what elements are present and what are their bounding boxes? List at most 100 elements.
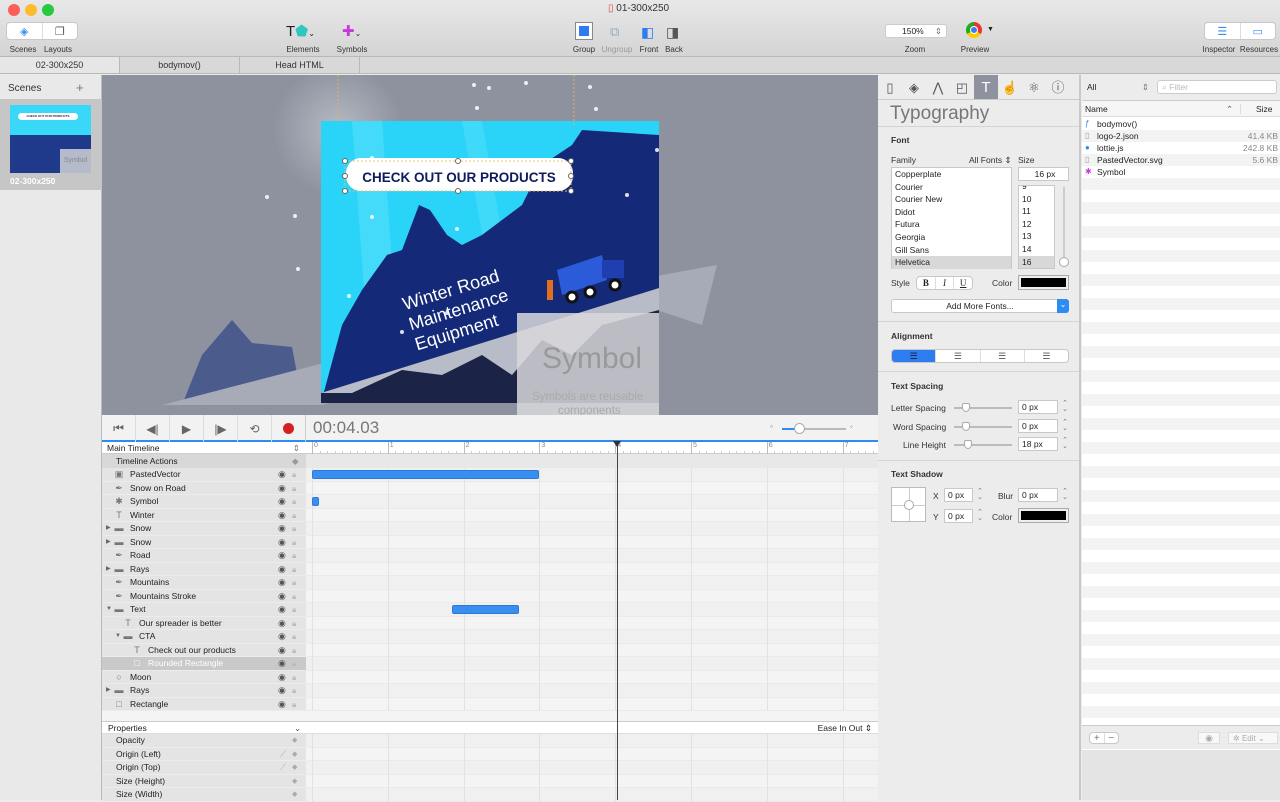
layer-track[interactable] bbox=[306, 684, 878, 698]
align-center-button[interactable]: ☰ bbox=[936, 350, 981, 362]
font-family-option[interactable]: Gill Sans bbox=[892, 244, 1011, 257]
visibility-eye-icon[interactable]: ◉ bbox=[278, 482, 286, 495]
shadow-blur-stepper[interactable]: ⌃ ⌄ bbox=[1061, 488, 1069, 501]
property-row[interactable]: Origin (Top) ⟋ ◆ bbox=[102, 761, 878, 775]
size-slider-knob[interactable] bbox=[1059, 257, 1069, 267]
resource-filter-input[interactable]: ⌕ Filter bbox=[1157, 80, 1277, 94]
layer-label-cell[interactable]: ○ Moon ◉ 🔒︎ bbox=[102, 670, 306, 684]
layer-row[interactable]: T Check out our products ◉ 🔒︎ bbox=[102, 643, 878, 657]
zoom-select[interactable]: 150% ⇕ bbox=[885, 24, 947, 38]
lock-icon[interactable]: 🔒︎ bbox=[292, 630, 296, 643]
line-height-stepper[interactable]: ⌃ ⌄ bbox=[1061, 437, 1069, 450]
property-row[interactable]: Origin (Left) ⟋ ◆ bbox=[102, 747, 878, 761]
resource-item[interactable]: ƒ bodymov() bbox=[1082, 118, 1280, 130]
font-family-option[interactable]: Courier bbox=[892, 181, 1011, 194]
lock-icon[interactable]: 🔒︎ bbox=[292, 657, 296, 670]
step-forward-button[interactable]: |▶︎ bbox=[204, 415, 238, 442]
line-height-slider[interactable] bbox=[954, 440, 1012, 449]
shadow-blur-input[interactable]: 0 px bbox=[1018, 488, 1058, 502]
front-button[interactable]: ◧ bbox=[641, 24, 654, 41]
lock-icon[interactable]: 🔒︎ bbox=[292, 549, 296, 562]
layer-track[interactable] bbox=[306, 508, 878, 522]
layer-label-cell[interactable]: ✒ Mountains Stroke ◉ 🔒︎ bbox=[102, 589, 306, 603]
visibility-eye-icon[interactable]: ◉ bbox=[278, 644, 286, 657]
layer-row[interactable]: T Winter ◉ 🔒︎ bbox=[102, 508, 878, 522]
add-keyframe-icon[interactable]: ◆ bbox=[292, 748, 297, 761]
layer-label-cell[interactable]: ▶ ▬ Rays ◉ 🔒︎ bbox=[102, 684, 306, 698]
lock-icon[interactable]: 🔒︎ bbox=[292, 617, 296, 630]
add-resource-button[interactable]: + bbox=[1090, 733, 1105, 744]
actions-inspector-tab[interactable]: ☝ bbox=[998, 75, 1022, 99]
layer-track[interactable] bbox=[306, 481, 878, 495]
layer-row[interactable]: ○ Moon ◉ 🔒︎ bbox=[102, 670, 878, 684]
layer-row[interactable]: ▶ ▬ Snow ◉ 🔒︎ bbox=[102, 535, 878, 549]
shadow-x-stepper[interactable]: ⌃ ⌄ bbox=[976, 488, 984, 501]
font-family-option[interactable]: Georgia bbox=[892, 231, 1011, 244]
layer-row[interactable]: ▶ ▬ Rays ◉ 🔒︎ bbox=[102, 684, 878, 698]
animation-bar[interactable] bbox=[312, 497, 319, 506]
lock-icon[interactable]: 🔒︎ bbox=[292, 576, 296, 589]
scenes-button[interactable]: ◈ bbox=[7, 23, 43, 39]
visibility-eye-icon[interactable]: ◉ bbox=[278, 617, 286, 630]
font-family-option[interactable]: Didot bbox=[892, 206, 1011, 219]
visibility-eye-icon[interactable]: ◉ bbox=[278, 563, 286, 576]
record-button[interactable] bbox=[272, 415, 306, 442]
visibility-eye-icon[interactable]: ◉ bbox=[278, 684, 286, 697]
shadow-color-well[interactable] bbox=[1018, 508, 1069, 523]
visibility-eye-icon[interactable]: ◉ bbox=[278, 698, 286, 711]
layer-track[interactable] bbox=[306, 643, 878, 657]
font-size-option[interactable]: 12 bbox=[1019, 218, 1054, 231]
underline-button[interactable]: U bbox=[954, 277, 972, 289]
play-button[interactable]: ▶︎ bbox=[170, 415, 204, 442]
font-size-list[interactable]: 9 10 11 12 13 14 16 bbox=[1018, 185, 1055, 269]
word-spacing-input[interactable]: 0 px bbox=[1018, 419, 1058, 433]
layer-track[interactable] bbox=[306, 616, 878, 630]
layer-row[interactable]: □ Rounded Rectangle ◉ 🔒︎ bbox=[102, 657, 878, 671]
font-size-option[interactable]: 14 bbox=[1019, 243, 1054, 256]
property-label-cell[interactable]: Origin (Left) ⟋ ◆ bbox=[102, 747, 306, 761]
property-label-cell[interactable]: Opacity ◆ bbox=[102, 734, 306, 748]
zoom-slider-knob[interactable] bbox=[794, 423, 805, 434]
lock-icon[interactable]: 🔒︎ bbox=[292, 698, 296, 711]
font-family-option[interactable]: Helvetica bbox=[892, 256, 1011, 269]
lock-icon[interactable]: 🔒︎ bbox=[292, 509, 296, 522]
layer-row[interactable]: ▶ ▬ Rays ◉ 🔒︎ bbox=[102, 562, 878, 576]
align-justify-button[interactable]: ☰ bbox=[1025, 350, 1068, 362]
sort-ascending-icon[interactable]: ⌃ bbox=[1226, 101, 1233, 117]
timeline-zoom-slider[interactable]: ▫ ◦ bbox=[770, 422, 858, 434]
layer-track[interactable] bbox=[306, 576, 878, 590]
layer-track[interactable] bbox=[306, 657, 878, 671]
font-color-well[interactable] bbox=[1018, 275, 1069, 290]
disclosure-collapsed-icon[interactable]: ▶ bbox=[106, 536, 111, 549]
layer-track[interactable] bbox=[306, 630, 878, 644]
identity-inspector-tab[interactable]: ⓘ bbox=[1046, 75, 1070, 99]
size-column-header[interactable]: Size bbox=[1256, 101, 1273, 117]
chrome-preview-button[interactable] bbox=[966, 22, 982, 38]
letter-spacing-slider[interactable] bbox=[954, 403, 1012, 412]
property-track[interactable] bbox=[306, 747, 878, 761]
add-more-fonts-button[interactable]: Add More Fonts... ⌄ bbox=[891, 299, 1069, 313]
layer-row[interactable]: ✒ Snow on Road ◉ 🔒︎ bbox=[102, 481, 878, 495]
layer-label-cell[interactable]: T Winter ◉ 🔒︎ bbox=[102, 508, 306, 522]
font-family-option[interactable]: Futura bbox=[892, 218, 1011, 231]
symbols-button[interactable]: ✚⌄ bbox=[342, 22, 361, 40]
layer-label-cell[interactable]: ▶ ▬ Snow ◉ 🔒︎ bbox=[102, 535, 306, 549]
group-button[interactable] bbox=[575, 22, 593, 40]
visibility-eye-icon[interactable]: ◉ bbox=[278, 468, 286, 481]
lock-icon[interactable]: 🔒︎ bbox=[292, 603, 296, 616]
visibility-eye-icon[interactable]: ◉ bbox=[278, 509, 286, 522]
timeline-selector[interactable]: Main Timeline ⇕ bbox=[102, 442, 306, 454]
font-size-option[interactable]: 11 bbox=[1019, 205, 1054, 218]
layer-track[interactable] bbox=[306, 468, 878, 482]
element-inspector-tab[interactable]: ◰ bbox=[950, 75, 974, 99]
layer-label-cell[interactable]: ▼ ▬ CTA ◉ 🔒︎ bbox=[102, 630, 306, 644]
timeline-actions-track[interactable] bbox=[306, 454, 878, 468]
document-inspector-tab[interactable]: ▯ bbox=[878, 75, 902, 99]
font-family-list[interactable]: Copperplate Courier Courier New Didot Futura… bbox=[891, 167, 1012, 269]
layer-row[interactable]: ✒ Road ◉ 🔒︎ bbox=[102, 549, 878, 563]
motion-path-icon[interactable]: ⟋ bbox=[280, 761, 286, 774]
inspector-button[interactable]: ☰ bbox=[1205, 23, 1241, 39]
layer-track[interactable] bbox=[306, 589, 878, 603]
playhead[interactable] bbox=[613, 441, 622, 800]
chevron-down-icon[interactable]: ⌄ bbox=[294, 722, 301, 734]
